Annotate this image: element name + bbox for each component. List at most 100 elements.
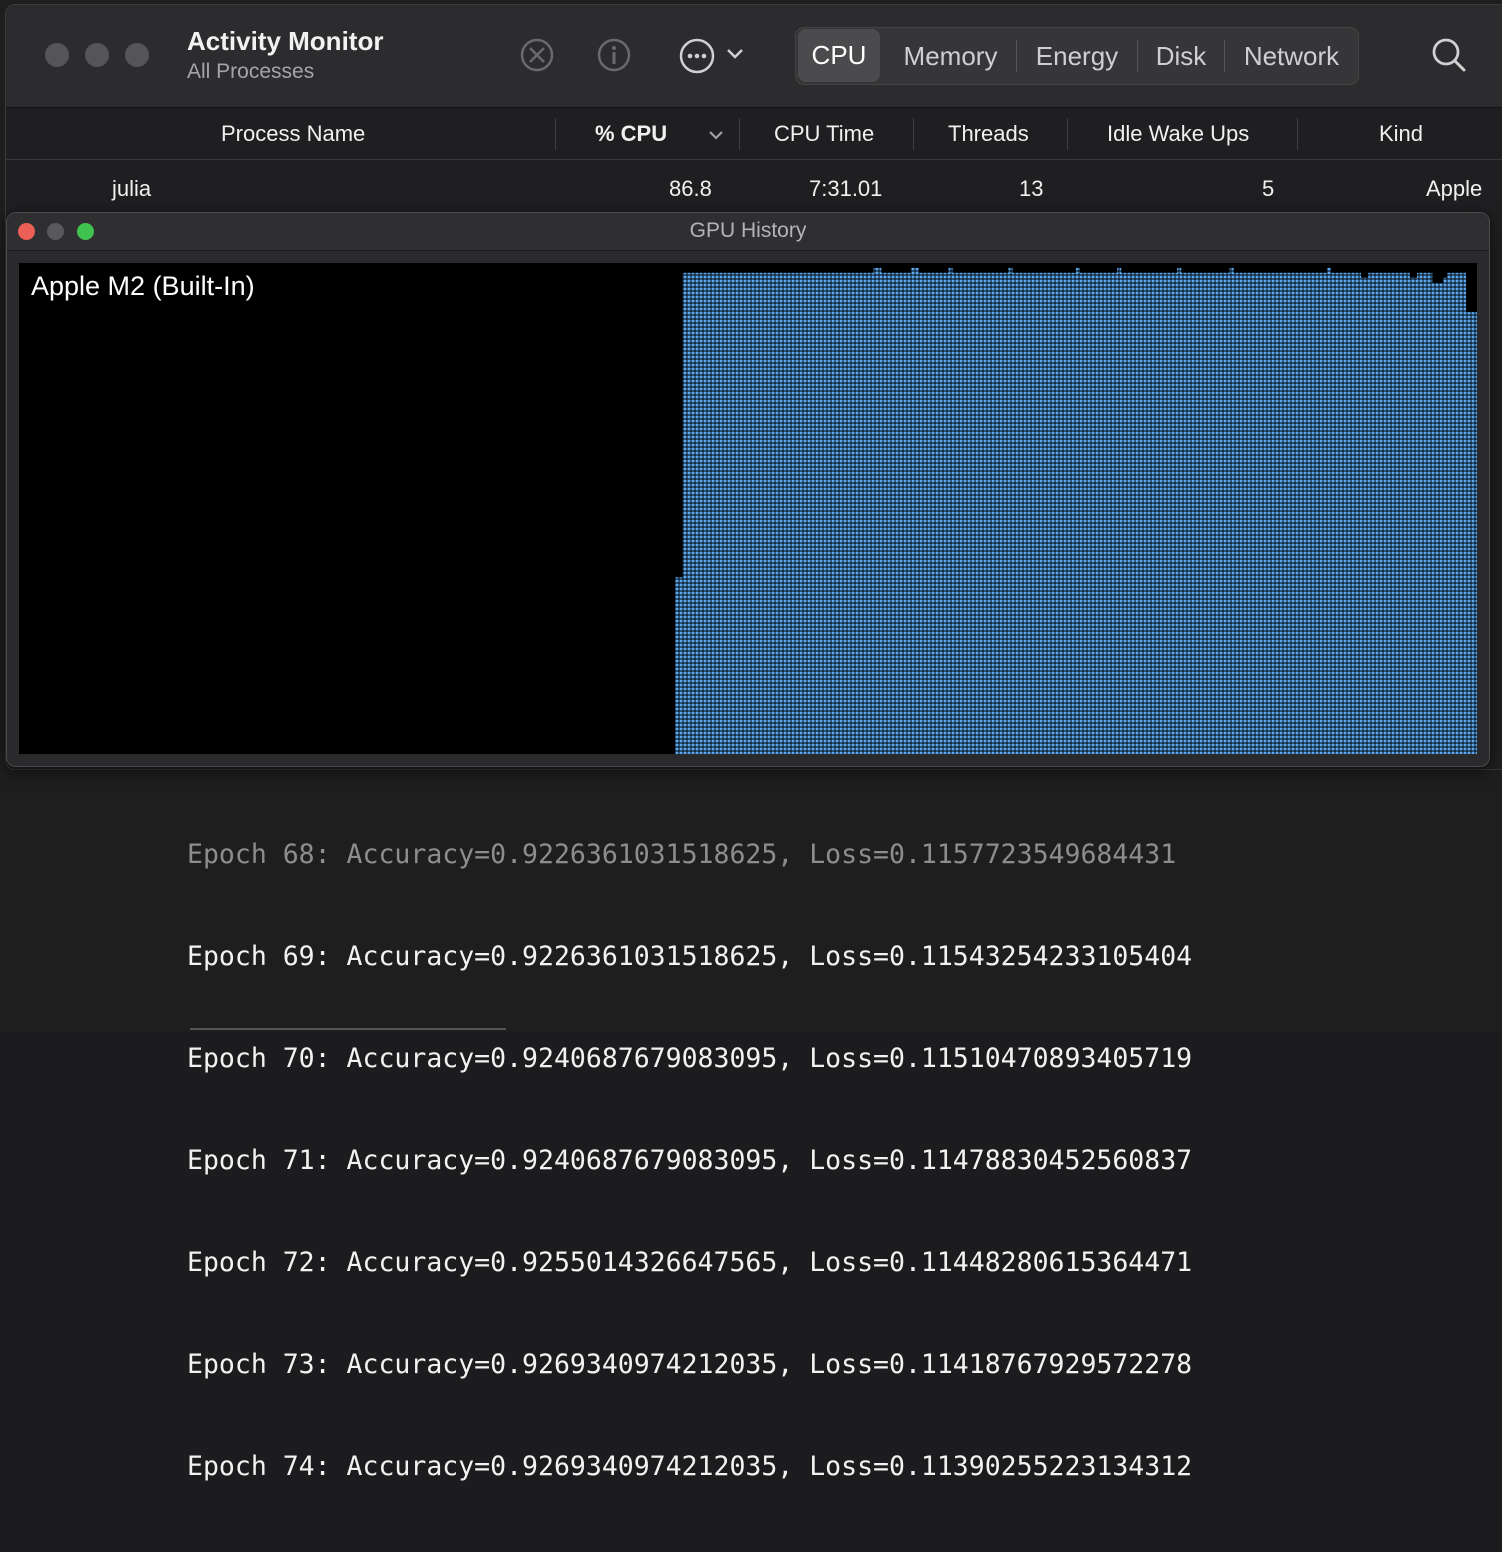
terminal-line: Epoch 72: Accuracy=0.9255014326647565, L… (187, 1247, 1193, 1278)
chevron-down-icon[interactable] (725, 46, 745, 62)
gpu-usage-bar (1349, 272, 1354, 754)
info-icon[interactable] (596, 37, 632, 73)
cell-kind: Apple (1426, 176, 1483, 201)
gpu-usage-bar (896, 272, 901, 754)
gpu-usage-bar (1165, 272, 1170, 754)
gpu-usage-bar (1053, 272, 1058, 754)
cell-process-name: julia (112, 176, 152, 201)
gpu-usage-bar (851, 272, 856, 754)
gpu-usage-bar (1132, 272, 1137, 754)
gpu-usage-bar (836, 272, 841, 754)
gpu-history-window[interactable]: GPU History Apple M2 (Built-In) (6, 212, 1490, 767)
gpu-usage-bar (1372, 272, 1377, 754)
terminal-divider (190, 1028, 506, 1030)
column-cpu-time[interactable]: CPU Time (774, 108, 874, 159)
gpu-usage-bar (712, 272, 717, 754)
gpu-usage-bar (1405, 272, 1410, 754)
gpu-usage-bar (1465, 312, 1470, 754)
gpu-usage-bar (693, 272, 698, 754)
close-window-button[interactable] (45, 43, 69, 67)
tab-network[interactable]: Network (1225, 28, 1358, 84)
gpu-usage-bar (809, 272, 814, 754)
column-separator (913, 118, 914, 150)
gpu-usage-bar (1192, 272, 1197, 754)
tab-memory[interactable]: Memory (888, 28, 1013, 84)
gpu-usage-bar (1090, 272, 1095, 754)
gpu-usage-bar (1252, 272, 1257, 754)
gpu-title-bar: GPU History (7, 213, 1489, 251)
gpu-usage-bar (1345, 272, 1350, 754)
toolbar: Activity Monitor All Processes CPU Memor… (6, 5, 1502, 108)
stop-process-icon[interactable] (519, 37, 555, 73)
table-row[interactable]: julia 86.8 7:31.01 13 5 Apple (6, 170, 1502, 210)
gpu-usage-bar (1368, 272, 1373, 754)
terminal-line: Epoch 71: Accuracy=0.9240687679083095, L… (187, 1145, 1193, 1176)
gpu-usage-bar (1068, 272, 1073, 754)
column-separator (1297, 118, 1298, 150)
gpu-window-title: GPU History (689, 219, 807, 242)
gpu-usage-bar (1113, 272, 1118, 754)
tab-disk[interactable]: Disk (1138, 28, 1224, 84)
gpu-usage-bar (929, 272, 934, 754)
gpu-usage-bar (1105, 272, 1110, 754)
gpu-usage-bar (749, 272, 754, 754)
gpu-usage-bar (832, 272, 837, 754)
tab-cpu[interactable]: CPU (798, 29, 880, 82)
column-cpu-percent[interactable]: % CPU (595, 108, 667, 159)
gpu-usage-bar (1312, 272, 1317, 754)
window-title: Activity Monitor (187, 26, 384, 56)
terminal-line: Epoch 70: Accuracy=0.9240687679083095, L… (187, 1043, 1193, 1074)
gpu-usage-bar (734, 272, 739, 754)
gpu-usage-bar (1210, 272, 1215, 754)
gpu-usage-bar (1447, 272, 1452, 754)
column-kind[interactable]: Kind (1379, 108, 1423, 159)
more-actions-icon[interactable] (678, 37, 716, 75)
column-separator (739, 118, 740, 150)
gpu-usage-bar (772, 272, 777, 754)
gpu-usage-bar (1049, 272, 1054, 754)
gpu-usage-bar (869, 272, 874, 754)
gpu-usage-bar (1225, 272, 1230, 754)
gpu-usage-bar (1428, 272, 1433, 754)
cell-cpu-percent: 86.8 (669, 176, 712, 201)
gpu-usage-bar (1289, 272, 1294, 754)
gpu-usage-bar (1248, 272, 1253, 754)
window-subtitle: All Processes (187, 60, 315, 83)
gpu-usage-bar (1469, 312, 1474, 754)
gpu-usage-bar (1270, 272, 1275, 754)
column-idle-wake-ups[interactable]: Idle Wake Ups (1107, 108, 1249, 159)
gpu-usage-bar (971, 272, 976, 754)
gpu-usage-bar (933, 272, 938, 754)
minimize-window-button[interactable] (85, 43, 109, 67)
gpu-name-label: Apple M2 (Built-In) (31, 271, 255, 301)
gpu-usage-bar (989, 272, 994, 754)
gpu-usage-bar (892, 272, 897, 754)
terminal-line: Epoch 74: Accuracy=0.9269340974212035, L… (187, 1451, 1193, 1482)
gpu-usage-bar (993, 272, 998, 754)
table-header: Process Name % CPU CPU Time Threads Idle… (6, 108, 1502, 160)
sort-descending-icon[interactable] (707, 128, 725, 142)
column-separator (555, 118, 556, 150)
gpu-usage-bar (1030, 272, 1036, 754)
gpu-usage-bar (689, 272, 694, 754)
column-process-name[interactable]: Process Name (221, 108, 365, 159)
column-threads[interactable]: Threads (948, 108, 1029, 159)
gpu-usage-bar (1308, 272, 1313, 754)
gpu-usage-bar (1188, 272, 1193, 754)
gpu-usage-bar (1150, 272, 1155, 754)
cell-cpu-time: 7:31.01 (809, 176, 883, 201)
cell-idle-wake-ups: 5 (1262, 176, 1275, 201)
gpu-usage-bar (956, 272, 961, 754)
search-icon[interactable] (1430, 36, 1468, 74)
tab-divider (1016, 40, 1017, 72)
gpu-usage-bar (952, 272, 957, 754)
gpu-usage-bar (674, 577, 679, 754)
gpu-usage-bar (791, 272, 796, 754)
gpu-history-graph (19, 263, 1477, 754)
zoom-window-button[interactable] (125, 43, 149, 67)
tab-energy[interactable]: Energy (1018, 28, 1136, 84)
gpu-usage-bar (776, 272, 781, 754)
terminal-output: Epoch 68: Accuracy=0.9226361031518625, L… (187, 770, 1192, 1552)
column-separator (1067, 118, 1068, 150)
gpu-usage-bar (1128, 272, 1133, 754)
